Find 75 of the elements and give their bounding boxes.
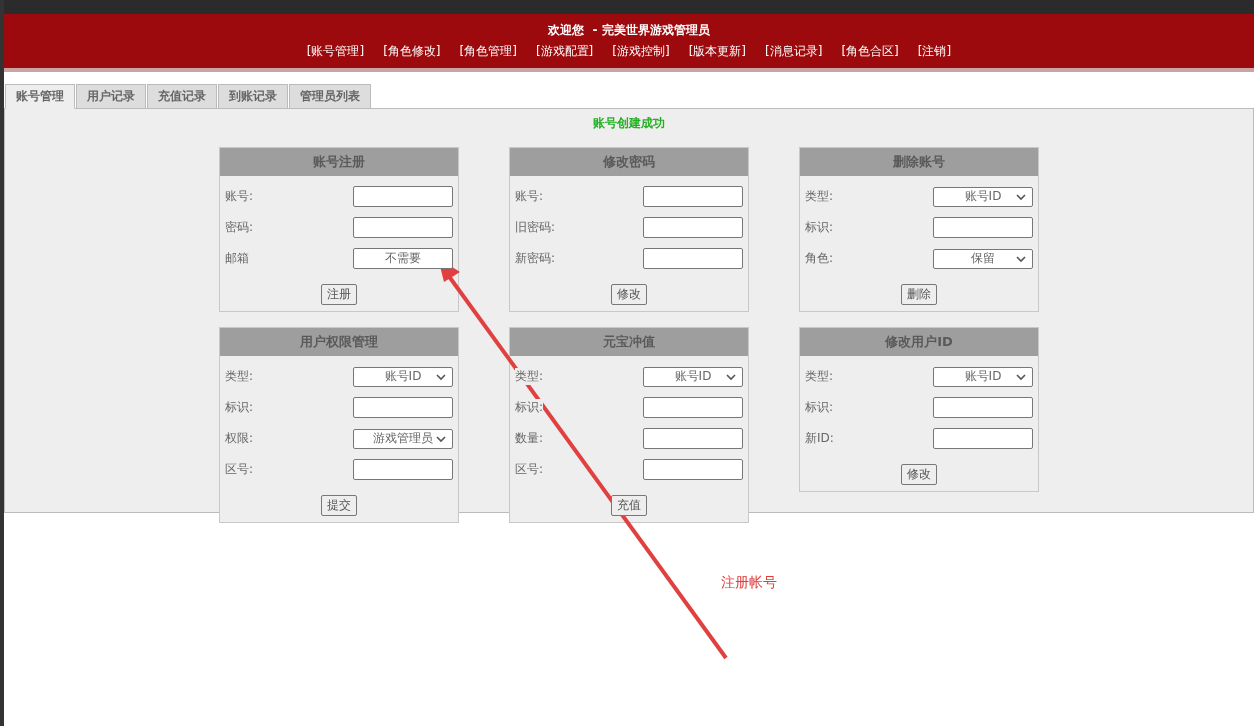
field-label: 邮箱 (225, 250, 249, 267)
field-label: 新ID: (805, 430, 834, 447)
nav-link[interactable]: [注销] (917, 43, 952, 60)
card-title: 删除账号 (800, 148, 1038, 176)
input-field[interactable] (643, 217, 743, 238)
field-label: 账号: (515, 188, 544, 205)
card-title: 修改密码 (510, 148, 748, 176)
nav-link[interactable]: [游戏配置] (535, 43, 594, 60)
dropdown[interactable]: 账号ID (933, 366, 1033, 387)
field-label: 新密码: (515, 250, 556, 267)
input-field[interactable] (353, 459, 453, 480)
input-field[interactable] (353, 397, 453, 418)
nav-link[interactable]: [消息记录] (765, 43, 823, 60)
caret-icon (726, 372, 736, 381)
input-field[interactable] (643, 186, 743, 207)
dropdown[interactable]: 游戏管理员 (353, 428, 453, 449)
nav-link[interactable]: [角色修改] (383, 43, 441, 60)
caret-icon (1016, 372, 1026, 381)
field-label: 类型: (805, 188, 834, 205)
input-field[interactable] (643, 428, 743, 449)
submit-button[interactable]: 删除 (901, 284, 937, 305)
caret-icon (1016, 192, 1026, 201)
card-title: 元宝冲值 (510, 328, 748, 356)
input-field[interactable] (643, 397, 743, 418)
field-label: 类型: (515, 368, 544, 385)
nav-link[interactable]: [角色合区] (841, 43, 899, 60)
field-label: 标识: (805, 219, 834, 236)
submit-button[interactable]: 提交 (321, 495, 357, 516)
input-field[interactable] (353, 217, 453, 238)
caret-icon (436, 372, 446, 381)
input-field[interactable] (643, 248, 743, 269)
input-field[interactable] (933, 217, 1033, 238)
dropdown[interactable]: 账号ID (643, 366, 743, 387)
submit-button[interactable]: 修改 (611, 284, 647, 305)
input-field[interactable] (933, 428, 1033, 449)
card-title: 修改用户ID (800, 328, 1038, 356)
input-field[interactable] (353, 186, 453, 207)
submit-button[interactable]: 充值 (611, 495, 647, 516)
field-label: 区号: (515, 461, 544, 478)
field-label: 角色: (805, 250, 834, 267)
nav-link[interactable]: [游戏控制] (612, 43, 670, 60)
tab[interactable]: 用户记录 (76, 84, 146, 109)
success-message: 账号创建成功 (593, 115, 665, 132)
field-label: 区号: (225, 461, 254, 478)
field-label: 标识: (515, 399, 544, 416)
tab[interactable]: 账号管理 (5, 84, 75, 109)
field-label: 数量: (515, 430, 544, 447)
field-label: 标识: (225, 399, 254, 416)
input-field[interactable] (933, 397, 1033, 418)
tab[interactable]: 充值记录 (147, 84, 217, 109)
nav-link[interactable]: [版本更新] (688, 43, 747, 60)
nav-link[interactable]: [角色管理] (459, 43, 517, 60)
input-field[interactable] (643, 459, 743, 480)
field-label: 标识: (805, 399, 834, 416)
field-label: 旧密码: (515, 219, 556, 236)
header-title: 欢迎您 - 完美世界游戏管理员 (548, 22, 710, 39)
annotation-text: 注册帐号 (721, 574, 777, 592)
field-label: 权限: (225, 430, 254, 447)
card-title: 用户权限管理 (220, 328, 458, 356)
field-label: 密码: (225, 219, 254, 236)
field-label: 账号: (225, 188, 254, 205)
caret-icon (436, 434, 446, 443)
dropdown[interactable]: 账号ID (933, 186, 1033, 207)
dropdown[interactable]: 账号ID (353, 366, 453, 387)
tab[interactable]: 管理员列表 (289, 84, 371, 109)
submit-button[interactable]: 注册 (321, 284, 357, 305)
field-label: 类型: (805, 368, 834, 385)
field-label: 类型: (225, 368, 254, 385)
tab[interactable]: 到账记录 (218, 84, 288, 109)
dropdown[interactable]: 保留 (933, 248, 1033, 269)
card-title: 账号注册 (220, 148, 458, 176)
input-field[interactable]: 不需要 (353, 248, 453, 269)
submit-button[interactable]: 修改 (901, 464, 937, 485)
caret-icon (1016, 254, 1026, 263)
nav-link[interactable]: [账号管理] (306, 43, 365, 60)
